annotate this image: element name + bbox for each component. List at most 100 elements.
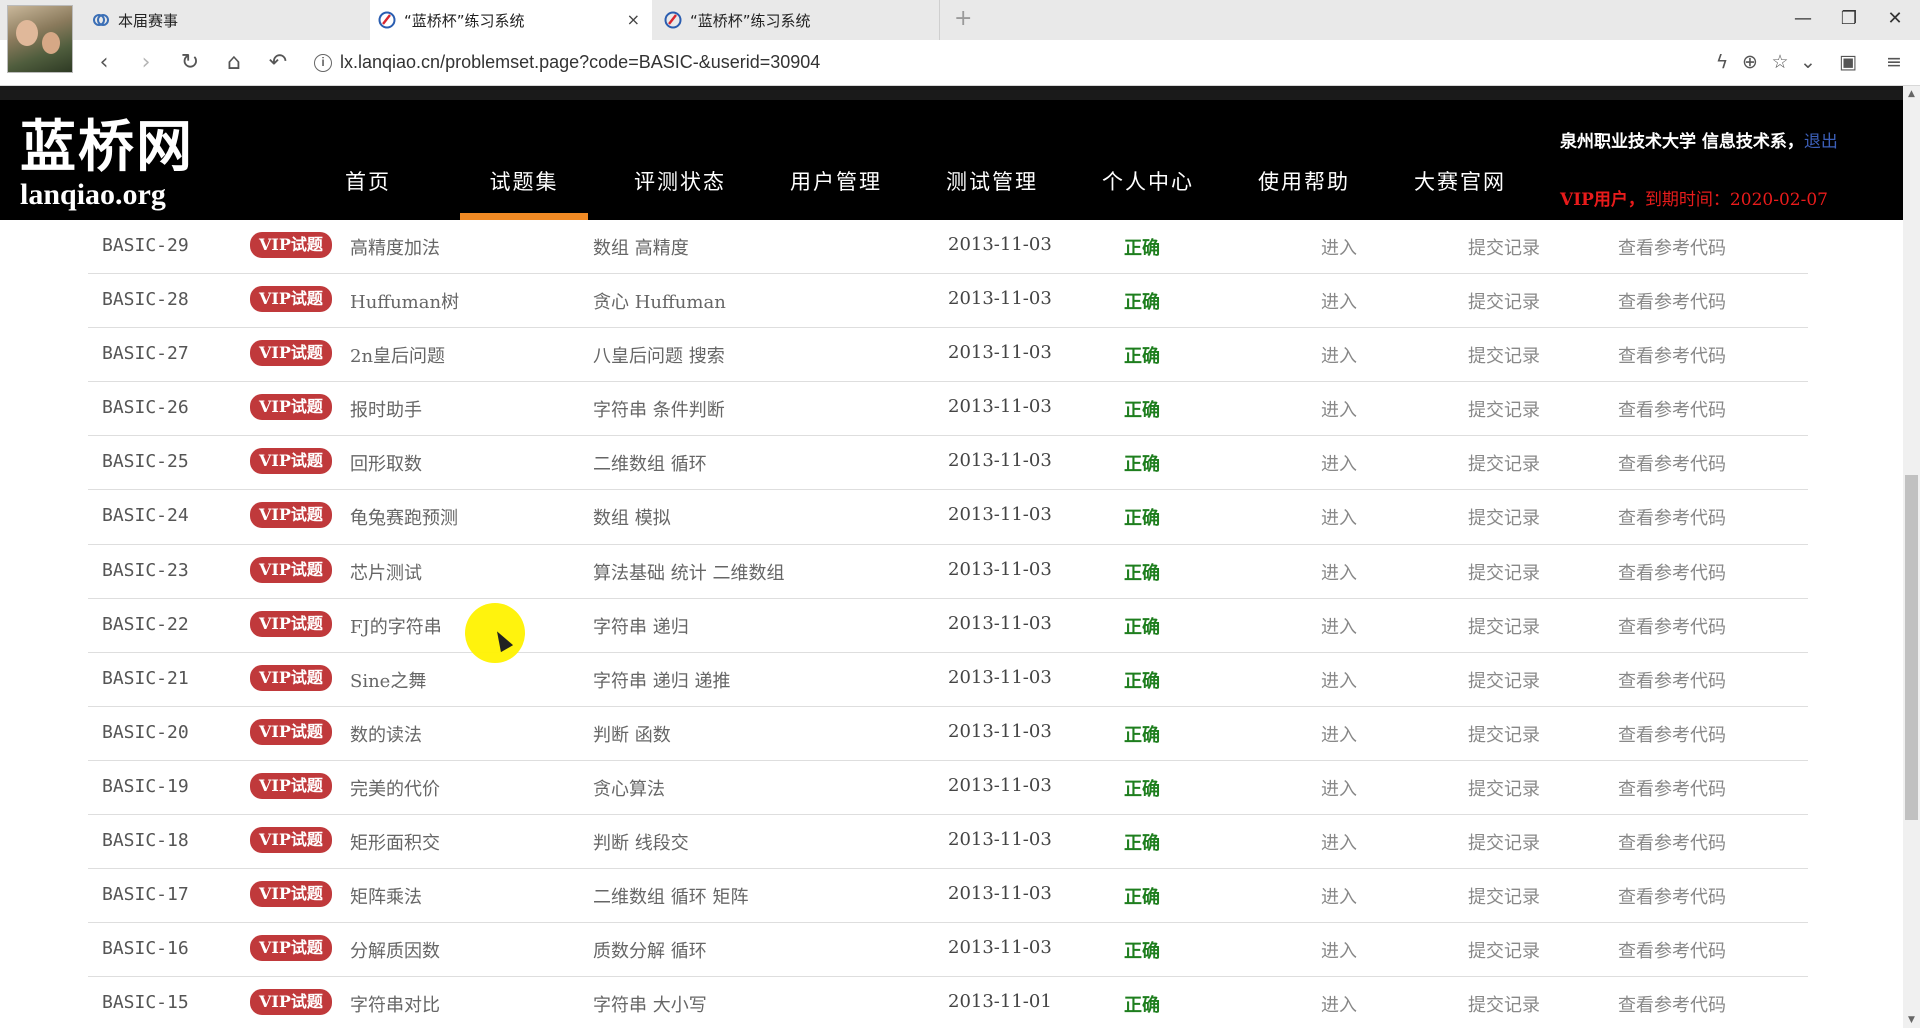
reference-code-link[interactable]: 查看参考代码 <box>1618 342 1726 368</box>
enter-link[interactable]: 进入 <box>1321 342 1357 368</box>
reference-code-link[interactable]: 查看参考代码 <box>1618 234 1726 260</box>
bookmark-star-icon[interactable]: ☆ <box>1768 51 1792 73</box>
problem-name-link[interactable]: 数的读法 <box>350 721 422 747</box>
problem-name-link[interactable]: 芯片测试 <box>350 559 422 585</box>
browser-tab-3[interactable]: “蓝桥杯”练习系统 <box>660 0 940 40</box>
enter-link[interactable]: 进入 <box>1321 613 1357 639</box>
site-info-icon[interactable]: i <box>314 53 332 72</box>
submission-records-link[interactable]: 提交记录 <box>1468 883 1540 909</box>
submission-records-link[interactable]: 提交记录 <box>1468 450 1540 476</box>
problem-name-link[interactable]: 报时助手 <box>350 396 422 422</box>
problem-name-link[interactable]: 回形取数 <box>350 450 422 476</box>
enter-link[interactable]: 进入 <box>1321 504 1357 530</box>
submission-records-link[interactable]: 提交记录 <box>1468 504 1540 530</box>
nav-test-management[interactable]: 测试管理 <box>914 154 1070 220</box>
enter-link[interactable]: 进入 <box>1321 775 1357 801</box>
submission-records-link[interactable]: 提交记录 <box>1468 288 1540 314</box>
reference-code-link[interactable]: 查看参考代码 <box>1618 559 1726 585</box>
nav-contest-site[interactable]: 大赛官网 <box>1382 154 1538 220</box>
reference-code-link[interactable]: 查看参考代码 <box>1618 937 1726 963</box>
reference-code-link[interactable]: 查看参考代码 <box>1618 883 1726 909</box>
nav-home[interactable]: 首页 <box>290 154 446 220</box>
reference-code-link[interactable]: 查看参考代码 <box>1618 829 1726 855</box>
enter-link[interactable]: 进入 <box>1321 396 1357 422</box>
logout-link[interactable]: 退出 <box>1804 132 1838 152</box>
forward-icon[interactable]: › <box>132 49 160 77</box>
problem-name-link[interactable]: 2n皇后问题 <box>350 342 445 368</box>
submission-records-link[interactable]: 提交记录 <box>1468 342 1540 368</box>
problem-name-link[interactable]: 龟兔赛跑预测 <box>350 504 458 530</box>
submission-records-link[interactable]: 提交记录 <box>1468 667 1540 693</box>
chevron-down-icon[interactable]: ⌄ <box>1796 51 1820 73</box>
submission-records-link[interactable]: 提交记录 <box>1468 396 1540 422</box>
enter-link[interactable]: 进入 <box>1321 937 1357 963</box>
reference-code-link[interactable]: 查看参考代码 <box>1618 396 1726 422</box>
close-window-button[interactable]: ✕ <box>1882 8 1908 29</box>
reference-code-link[interactable]: 查看参考代码 <box>1618 991 1726 1017</box>
site-logo-cn[interactable]: 蓝桥网 <box>20 102 194 183</box>
enter-link[interactable]: 进入 <box>1321 667 1357 693</box>
nav-problemset[interactable]: 试题集 <box>446 154 602 220</box>
problem-name-link[interactable]: 分解质因数 <box>350 937 440 963</box>
problem-date: 2013-11-03 <box>948 396 1052 418</box>
scrollbar-thumb[interactable] <box>1905 475 1918 820</box>
zoom-icon[interactable]: ⊕ <box>1738 51 1762 73</box>
reference-code-link[interactable]: 查看参考代码 <box>1618 775 1726 801</box>
problem-name-link[interactable]: 完美的代价 <box>350 775 440 801</box>
submission-records-link[interactable]: 提交记录 <box>1468 613 1540 639</box>
submission-records-link[interactable]: 提交记录 <box>1468 559 1540 585</box>
nav-personal-center[interactable]: 个人中心 <box>1070 154 1226 220</box>
browser-tab-1[interactable]: 本届赛事 <box>90 0 368 40</box>
reference-code-link[interactable]: 查看参考代码 <box>1618 504 1726 530</box>
home-icon[interactable]: ⌂ <box>220 49 248 77</box>
problem-name-link[interactable]: FJ的字符串 <box>350 613 442 639</box>
restore-button[interactable]: ❐ <box>1836 8 1862 29</box>
enter-link[interactable]: 进入 <box>1321 559 1357 585</box>
enter-link[interactable]: 进入 <box>1321 883 1357 909</box>
submission-records-link[interactable]: 提交记录 <box>1468 721 1540 747</box>
new-tab-button[interactable]: + <box>954 6 972 31</box>
enter-link[interactable]: 进入 <box>1321 234 1357 260</box>
lightning-icon[interactable]: ϟ <box>1710 51 1734 73</box>
minimize-button[interactable]: — <box>1790 8 1816 29</box>
browser-tab-2[interactable]: “蓝桥杯”练习系统 × <box>370 0 652 40</box>
scroll-up-icon[interactable]: ▲ <box>1903 86 1920 102</box>
submission-records-link[interactable]: 提交记录 <box>1468 937 1540 963</box>
submission-records-link[interactable]: 提交记录 <box>1468 829 1540 855</box>
problem-name-link[interactable]: Sine之舞 <box>350 667 426 693</box>
problem-name-link[interactable]: Huffuman树 <box>350 288 459 314</box>
submission-records-link[interactable]: 提交记录 <box>1468 991 1540 1017</box>
problem-name-link[interactable]: 高精度加法 <box>350 234 440 260</box>
table-row: BASIC-17 VIP试题 矩阵乘法 二维数组 循环 矩阵 2013-11-03 正确 进… <box>88 869 1808 924</box>
nav-help[interactable]: 使用帮助 <box>1226 154 1382 220</box>
nav-user-management[interactable]: 用户管理 <box>758 154 914 220</box>
reference-code-link[interactable]: 查看参考代码 <box>1618 613 1726 639</box>
problem-name-link[interactable]: 矩阵乘法 <box>350 883 422 909</box>
problem-date: 2013-11-03 <box>948 234 1052 255</box>
back-icon[interactable]: ‹ <box>90 49 118 77</box>
scroll-down-icon[interactable]: ▼ <box>1903 1012 1920 1028</box>
reference-code-link[interactable]: 查看参考代码 <box>1618 450 1726 476</box>
submission-records-link[interactable]: 提交记录 <box>1468 234 1540 260</box>
address-bar[interactable]: i lx.lanqiao.cn/problemset.page?code=BAS… <box>314 52 820 73</box>
problem-name-link[interactable]: 字符串对比 <box>350 991 440 1017</box>
extension-icon[interactable]: ▣ <box>1836 51 1860 73</box>
undo-icon[interactable]: ↶ <box>264 49 292 77</box>
reference-code-link[interactable]: 查看参考代码 <box>1618 288 1726 314</box>
reference-code-link[interactable]: 查看参考代码 <box>1618 667 1726 693</box>
menu-icon[interactable]: ≡ <box>1882 51 1906 73</box>
enter-link[interactable]: 进入 <box>1321 450 1357 476</box>
problem-name-link[interactable]: 矩形面积交 <box>350 829 440 855</box>
reload-icon[interactable]: ↻ <box>176 49 204 77</box>
reference-code-link[interactable]: 查看参考代码 <box>1618 721 1726 747</box>
close-tab-icon[interactable]: × <box>627 10 640 29</box>
submission-records-link[interactable]: 提交记录 <box>1468 775 1540 801</box>
enter-link[interactable]: 进入 <box>1321 991 1357 1017</box>
profile-avatar[interactable] <box>7 5 73 73</box>
problem-id: BASIC-15 <box>102 992 189 1014</box>
site-logo-en[interactable]: lanqiao.org <box>20 178 166 212</box>
enter-link[interactable]: 进入 <box>1321 288 1357 314</box>
enter-link[interactable]: 进入 <box>1321 829 1357 855</box>
enter-link[interactable]: 进入 <box>1321 721 1357 747</box>
nav-judge-status[interactable]: 评测状态 <box>602 154 758 220</box>
